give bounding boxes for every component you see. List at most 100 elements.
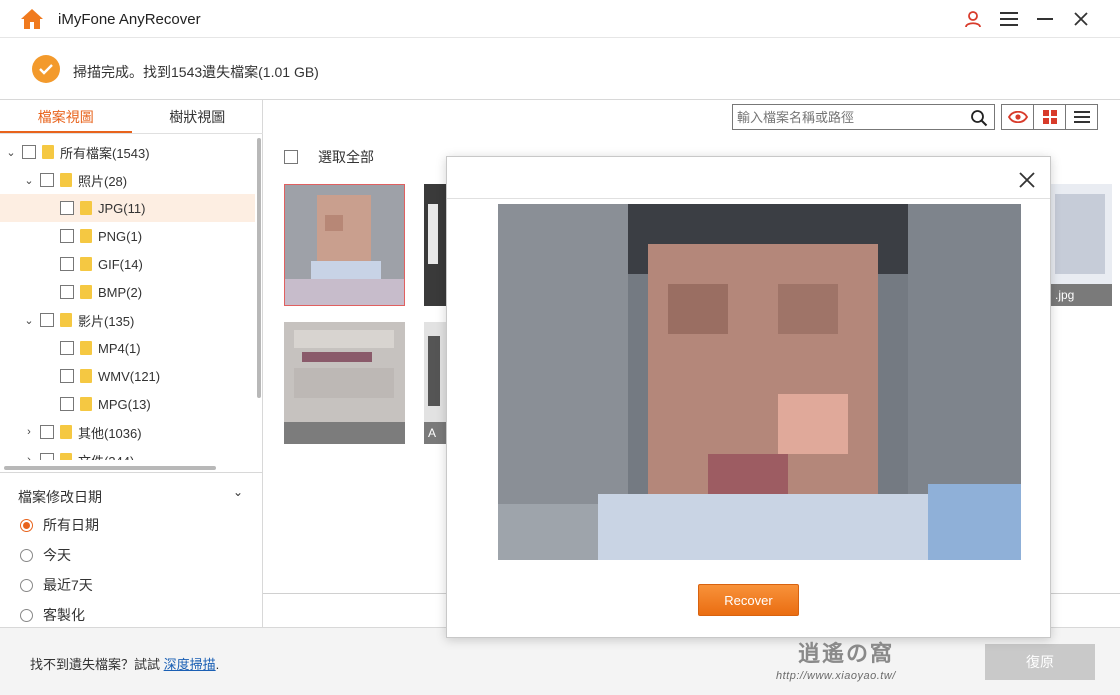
tab-tree-view[interactable]: 樹狀視圖 bbox=[132, 100, 264, 133]
file-thumbnail[interactable] bbox=[424, 184, 446, 306]
checkbox[interactable] bbox=[60, 397, 74, 411]
deep-scan-hint: 找不到遺失檔案？試試 深度掃描. bbox=[30, 654, 219, 673]
check-icon bbox=[32, 55, 60, 83]
recover-button[interactable]: 復原 bbox=[985, 644, 1095, 680]
menu-icon[interactable] bbox=[998, 8, 1020, 30]
file-thumbnail[interactable]: A bbox=[424, 322, 446, 444]
tree-item-wmv[interactable]: WMV(121) bbox=[0, 362, 255, 390]
tree-item-label: 文件(344) bbox=[78, 451, 134, 461]
chevron-down-icon[interactable]: ⌄ bbox=[22, 314, 36, 327]
checkbox[interactable] bbox=[40, 173, 54, 187]
tree-item-bmp[interactable]: BMP(2) bbox=[0, 278, 255, 306]
file-thumbnail[interactable] bbox=[284, 184, 405, 306]
folder-icon bbox=[80, 257, 92, 271]
tree-vertical-scrollbar[interactable] bbox=[257, 138, 261, 398]
account-icon[interactable] bbox=[962, 8, 984, 30]
chevron-down-icon[interactable]: ⌄ bbox=[233, 485, 243, 499]
list-icon bbox=[1073, 111, 1090, 123]
folder-icon bbox=[80, 369, 92, 383]
grid-icon bbox=[1042, 110, 1057, 124]
hint-text: 找不到遺失檔案？試試 bbox=[30, 657, 164, 672]
list-view-button[interactable] bbox=[1065, 104, 1098, 130]
search-icon[interactable] bbox=[970, 109, 988, 127]
tree-item-label: WMV(121) bbox=[98, 368, 161, 384]
radio-last-7-days[interactable]: 最近7天 bbox=[20, 575, 93, 595]
close-icon[interactable] bbox=[1016, 169, 1038, 191]
filter-title: 檔案修改日期 bbox=[18, 489, 102, 505]
watermark-title: 逍遙の窩 bbox=[798, 641, 895, 667]
select-all-checkbox[interactable] bbox=[284, 150, 298, 164]
checkbox[interactable] bbox=[40, 313, 54, 327]
date-filter: 檔案修改日期 ⌄ 所有日期 今天 最近7天 客製化 bbox=[0, 472, 263, 627]
radio-button[interactable] bbox=[20, 578, 33, 592]
thumbnail-label: .jpg bbox=[1051, 284, 1112, 306]
eye-icon bbox=[1007, 111, 1028, 123]
tree-item-png[interactable]: PNG(1) bbox=[0, 222, 255, 250]
tree-item-label: 所有檔案(1543) bbox=[60, 145, 150, 161]
file-thumbnail[interactable]: .jpg bbox=[1051, 184, 1112, 306]
checkbox[interactable] bbox=[60, 285, 74, 299]
thumbnail-label bbox=[284, 422, 405, 444]
radio-button[interactable] bbox=[20, 548, 33, 562]
search-box[interactable] bbox=[732, 104, 995, 130]
minimize-icon[interactable] bbox=[1034, 8, 1056, 30]
radio-today[interactable]: 今天 bbox=[20, 545, 71, 565]
file-thumbnail[interactable] bbox=[284, 322, 405, 444]
checkbox[interactable] bbox=[60, 341, 74, 355]
tree-item-jpg[interactable]: JPG(11) bbox=[0, 194, 255, 222]
radio-custom[interactable]: 客製化 bbox=[20, 605, 85, 625]
folder-icon bbox=[60, 173, 72, 187]
dialog-divider bbox=[447, 198, 1050, 199]
checkbox[interactable] bbox=[40, 453, 54, 460]
tree-item-mpg[interactable]: MPG(13) bbox=[0, 390, 255, 418]
preview-dialog: Recover bbox=[446, 156, 1051, 638]
radio-all-dates[interactable]: 所有日期 bbox=[20, 515, 99, 535]
radio-button[interactable] bbox=[20, 518, 33, 532]
tree-item-label: PNG(1) bbox=[98, 228, 143, 244]
folder-icon bbox=[80, 397, 92, 411]
select-all-label: 選取全部 bbox=[318, 149, 374, 165]
tree-horizontal-scrollbar[interactable] bbox=[4, 466, 216, 470]
tree-item-all-files[interactable]: ⌄ 所有檔案(1543) bbox=[0, 138, 255, 166]
chevron-down-icon[interactable]: ⌄ bbox=[22, 174, 36, 187]
watermark-logo: 逍遙の窩 http://www.xiaoyao.tw/ bbox=[770, 636, 960, 688]
home-icon bbox=[21, 9, 43, 29]
deep-scan-link[interactable]: 深度掃描 bbox=[164, 657, 216, 672]
checkbox[interactable] bbox=[22, 145, 36, 159]
grid-view-button[interactable] bbox=[1033, 104, 1066, 130]
tree-item-label: 其他(1036) bbox=[78, 425, 142, 441]
radio-button[interactable] bbox=[20, 608, 33, 622]
tab-file-view[interactable]: 檔案視圖 bbox=[0, 100, 132, 133]
radio-label: 客製化 bbox=[43, 607, 85, 623]
tree-item-label: 照片(28) bbox=[78, 173, 128, 189]
checkbox[interactable] bbox=[60, 229, 74, 243]
tree-item-label: BMP(2) bbox=[98, 284, 143, 300]
checkbox[interactable] bbox=[60, 201, 74, 215]
app-title: iMyFone AnyRecover bbox=[58, 11, 201, 28]
tree-item-gif[interactable]: GIF(14) bbox=[0, 250, 255, 278]
preview-recover-button[interactable]: Recover bbox=[698, 584, 799, 616]
folder-icon bbox=[80, 229, 92, 243]
preview-eye-button[interactable] bbox=[1001, 104, 1034, 130]
close-icon[interactable] bbox=[1070, 8, 1092, 30]
tree-item-documents[interactable]: › 文件(344) bbox=[0, 446, 255, 460]
folder-icon bbox=[60, 425, 72, 439]
tree-item-label: JPG(11) bbox=[98, 200, 146, 216]
chevron-right-icon[interactable]: › bbox=[22, 454, 36, 460]
tree-item-videos[interactable]: ⌄ 影片(135) bbox=[0, 306, 255, 334]
tree-item-mp4[interactable]: MP4(1) bbox=[0, 334, 255, 362]
folder-icon bbox=[80, 201, 92, 215]
folder-icon bbox=[60, 313, 72, 327]
checkbox[interactable] bbox=[60, 257, 74, 271]
chevron-down-icon[interactable]: ⌄ bbox=[4, 146, 18, 159]
tree-item-other[interactable]: › 其他(1036) bbox=[0, 418, 255, 446]
checkbox[interactable] bbox=[60, 369, 74, 383]
tree-item-photos[interactable]: ⌄ 照片(28) bbox=[0, 166, 255, 194]
search-input[interactable] bbox=[733, 105, 958, 129]
checkbox[interactable] bbox=[40, 425, 54, 439]
tree-item-label: GIF(14) bbox=[98, 256, 143, 272]
chevron-right-icon[interactable]: › bbox=[22, 426, 36, 438]
radio-label: 所有日期 bbox=[43, 517, 99, 533]
folder-icon bbox=[60, 453, 72, 460]
select-all[interactable]: 選取全部 bbox=[284, 147, 374, 167]
